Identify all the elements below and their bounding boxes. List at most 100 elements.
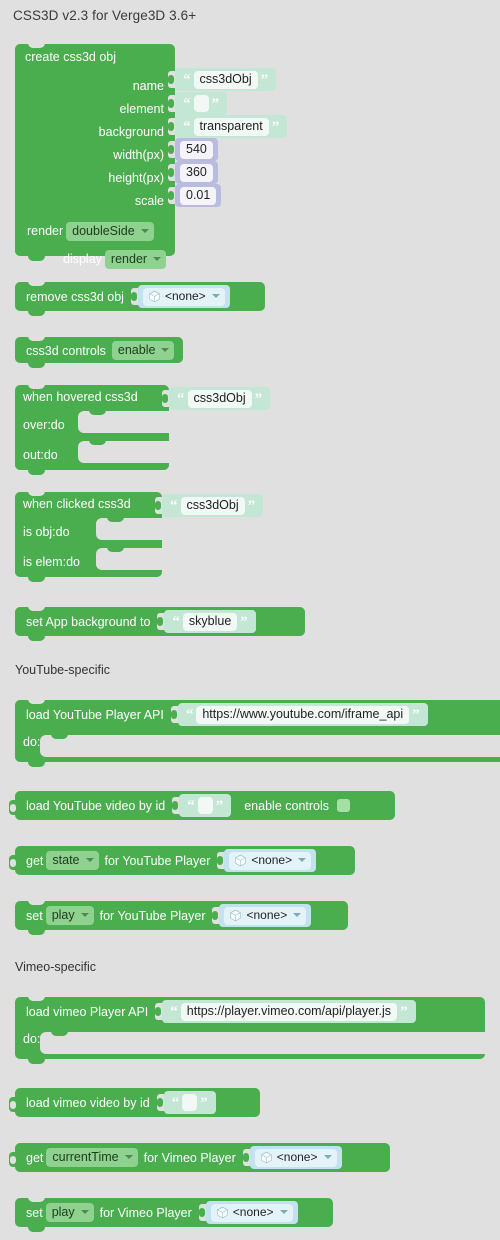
value-width[interactable]: 540 xyxy=(168,138,218,161)
statement-slot-over-do[interactable] xyxy=(78,410,170,433)
value-scale[interactable]: 0.01 xyxy=(168,184,222,207)
is-obj-do-label: is obj:do xyxy=(23,525,70,539)
when-clicked-input[interactable]: css3dObj xyxy=(180,496,245,515)
number-block-scale[interactable]: 0.01 xyxy=(175,184,222,207)
vimeo-api-do-label: do: xyxy=(23,1032,41,1046)
cube-icon xyxy=(260,1151,272,1163)
display-dropdown[interactable]: render xyxy=(104,249,167,269)
chevron-down-icon xyxy=(211,294,220,298)
block-bottom-notch xyxy=(28,311,45,316)
value-height[interactable]: 360 xyxy=(168,161,218,184)
field-label-height: height(px) xyxy=(108,171,164,185)
block-set-youtube-player[interactable]: set play for YouTube Player <none> xyxy=(15,900,348,935)
block-create-css3d-obj[interactable]: create css3d obj name element background… xyxy=(15,43,175,269)
value-when-hovered[interactable]: “ css3dObj ” xyxy=(162,387,271,410)
chevron-down-icon xyxy=(140,228,149,233)
string-block-when-hovered[interactable]: “ css3dObj ” xyxy=(169,387,271,410)
statement-slot-is-obj-do[interactable] xyxy=(96,517,162,540)
value-background[interactable]: “ transparent ” xyxy=(168,115,288,138)
socket xyxy=(156,1094,164,1111)
block-title: create css3d obj xyxy=(25,50,117,64)
object-dropdown[interactable]: <none> xyxy=(210,1203,293,1222)
element-input[interactable] xyxy=(193,95,209,112)
block-css3d-controls[interactable]: css3d controls enable xyxy=(15,336,183,368)
render-label: render xyxy=(27,224,64,238)
quote-open: “ xyxy=(170,1003,178,1020)
youtube-api-url-input[interactable]: https://www.youtube.com/iframe_api xyxy=(196,705,410,724)
statement-slot-vimeo-api-do[interactable] xyxy=(40,1031,485,1054)
get-youtube-dropdown[interactable]: state xyxy=(46,851,99,870)
quote-close: ” xyxy=(247,497,256,514)
string-block-youtube-video-id[interactable]: “ ” xyxy=(179,794,232,817)
string-block-app-background[interactable]: “ skyblue ” xyxy=(164,610,256,633)
quote-close: ” xyxy=(260,71,269,88)
object-dropdown[interactable]: <none> xyxy=(229,851,312,870)
css3d-controls-dropdown[interactable]: enable xyxy=(111,341,175,360)
value-when-clicked[interactable]: “ css3dObj ” xyxy=(155,494,264,517)
string-block-vimeo-video-id[interactable]: “ ” xyxy=(163,1091,216,1114)
object-block-get-vimeo[interactable]: <none> xyxy=(249,1146,342,1169)
socket xyxy=(172,797,180,814)
statement-slot-is-elem-do[interactable] xyxy=(96,547,162,570)
object-block-get-youtube[interactable]: <none> xyxy=(224,849,317,872)
set-youtube-dropdown[interactable]: play xyxy=(45,906,94,925)
when-hovered-input[interactable]: css3dObj xyxy=(187,389,252,408)
object-dropdown[interactable]: <none> xyxy=(142,287,225,306)
block-set-app-background[interactable]: set App background to “ skyblue ” xyxy=(15,606,305,641)
statement-slot-out-do[interactable] xyxy=(78,440,170,463)
number-block-width[interactable]: 540 xyxy=(175,138,218,161)
socket xyxy=(212,907,220,924)
block-top-notch xyxy=(28,384,45,389)
quote-open: “ xyxy=(183,118,191,135)
quote-close: ” xyxy=(400,1003,408,1020)
object-dropdown[interactable]: <none> xyxy=(224,906,307,925)
quote-open: “ xyxy=(183,71,191,88)
get-vimeo-dropdown-value: currentTime xyxy=(52,1150,119,1164)
get-youtube-dropdown-value: state xyxy=(52,853,80,867)
block-top-notch xyxy=(28,43,45,48)
height-input[interactable]: 360 xyxy=(180,163,213,182)
vimeo-api-url-input[interactable]: https://player.vimeo.com/api/player.js xyxy=(180,1002,398,1021)
object-block-set-vimeo[interactable]: <none> xyxy=(205,1201,298,1224)
object-block-remove[interactable]: <none> xyxy=(137,285,230,308)
cube-icon xyxy=(235,854,247,866)
cube-icon xyxy=(230,909,242,921)
enable-controls-checkbox[interactable] xyxy=(337,799,351,812)
value-name[interactable]: “ css3dObj ” xyxy=(168,68,277,91)
number-block-height[interactable]: 360 xyxy=(175,161,218,184)
string-block-when-clicked[interactable]: “ css3dObj ” xyxy=(162,494,264,517)
quote-close: ” xyxy=(200,1094,208,1111)
string-block-vimeo-api-url[interactable]: “ https://player.vimeo.com/api/player.js… xyxy=(162,1000,416,1023)
object-value: <none> xyxy=(246,907,288,922)
block-remove-css3d-obj[interactable]: remove css3d obj <none> xyxy=(15,281,265,316)
vimeo-video-id-input[interactable] xyxy=(182,1094,198,1111)
value-element[interactable]: “ ” xyxy=(168,92,227,115)
name-input[interactable]: css3dObj xyxy=(193,70,258,89)
block-set-vimeo-player[interactable]: set play for Vimeo Player <none> xyxy=(15,1197,333,1232)
scale-input[interactable]: 0.01 xyxy=(180,186,217,205)
enable-controls-label: enable controls xyxy=(244,798,330,813)
block-bottom-notch xyxy=(28,636,45,641)
app-background-input[interactable]: skyblue xyxy=(182,612,238,631)
over-do-label: over:do xyxy=(23,418,65,432)
youtube-video-id-input[interactable] xyxy=(197,797,213,814)
width-input[interactable]: 540 xyxy=(180,140,213,159)
block-get-youtube-player[interactable]: get state for YouTube Player <none> xyxy=(9,846,355,875)
background-input[interactable]: transparent xyxy=(193,117,269,136)
cube-icon xyxy=(216,1206,228,1218)
when-hovered-label: when hovered css3d xyxy=(23,390,138,404)
render-dropdown[interactable]: doubleSide xyxy=(66,221,154,241)
block-get-vimeo-player[interactable]: get currentTime for Vimeo Player <none> xyxy=(9,1143,390,1172)
string-block-name[interactable]: “ css3dObj ” xyxy=(175,68,277,91)
block-load-vimeo-video[interactable]: load vimeo video by id “ ” xyxy=(9,1088,260,1117)
string-block-background[interactable]: “ transparent ” xyxy=(175,115,288,138)
string-block-element[interactable]: “ ” xyxy=(175,92,227,115)
get-vimeo-dropdown[interactable]: currentTime xyxy=(46,1148,138,1167)
slot-notch xyxy=(51,734,68,739)
object-block-set-youtube[interactable]: <none> xyxy=(219,904,312,927)
statement-slot-youtube-api-do[interactable] xyxy=(40,734,500,757)
string-block-youtube-api-url[interactable]: “ https://www.youtube.com/iframe_api ” xyxy=(177,703,428,726)
block-load-youtube-video[interactable]: load YouTube video by id “ ” enable cont… xyxy=(9,791,395,820)
object-dropdown[interactable]: <none> xyxy=(254,1148,337,1167)
set-vimeo-dropdown[interactable]: play xyxy=(45,1203,94,1222)
